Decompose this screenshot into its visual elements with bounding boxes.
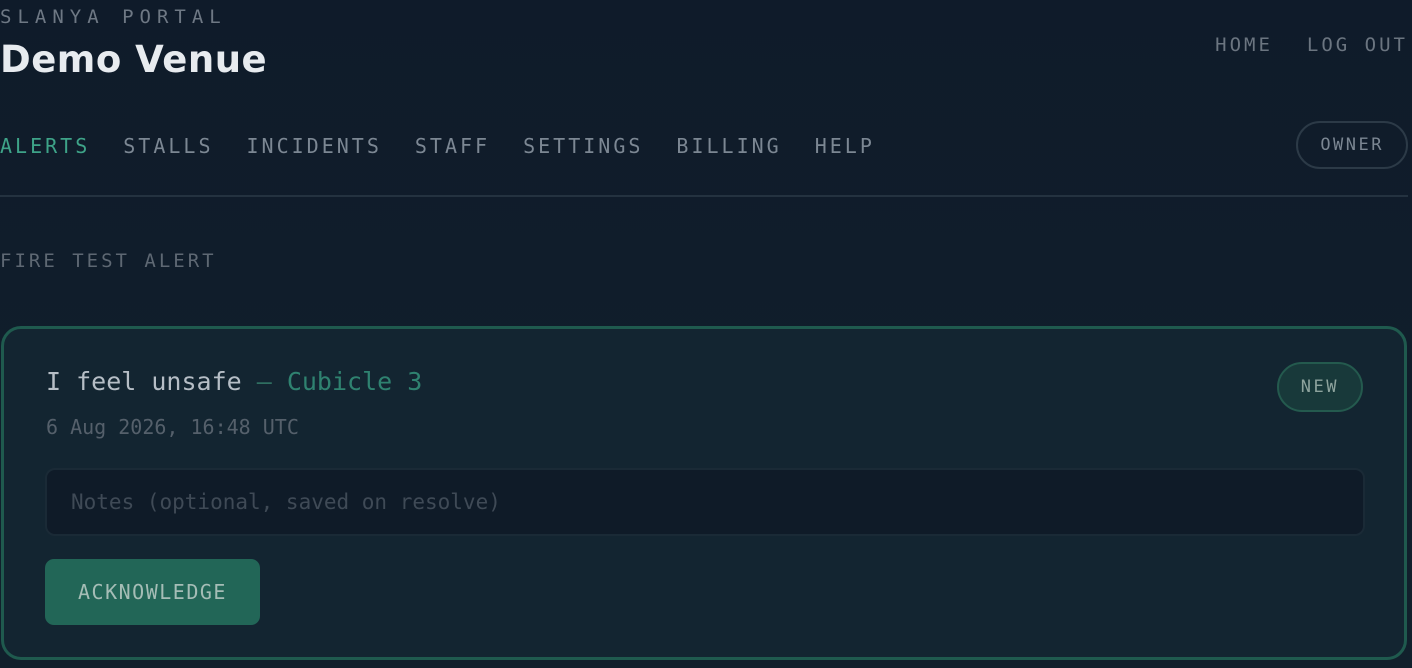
tab-settings[interactable]: SETTINGS [523,134,643,158]
notes-input[interactable] [45,468,1365,536]
venue-title: Demo Venue [0,38,268,81]
tab-billing[interactable]: BILLING [676,134,781,158]
alert-title: I feel unsafe — Cubicle 3 [46,367,422,396]
role-badge: OWNER [1296,121,1408,169]
alert-card: I feel unsafe — Cubicle 3 6 Aug 2026, 16… [1,326,1407,660]
acknowledge-button[interactable]: ACKNOWLEDGE [45,559,260,625]
portal-page: SLANYA PORTAL Demo Venue HOME LOG OUT AL… [0,0,1412,668]
tab-help[interactable]: HELP [815,134,875,158]
status-badge: NEW [1276,362,1363,412]
logout-link[interactable]: LOG OUT [1307,34,1408,56]
nav-divider [0,195,1408,197]
tab-stalls[interactable]: STALLS [123,134,213,158]
tab-staff[interactable]: STAFF [415,134,490,158]
top-links: HOME LOG OUT [1215,34,1408,56]
tab-alerts[interactable]: ALERTS [0,134,90,158]
tab-incidents[interactable]: INCIDENTS [247,134,382,158]
alert-separator: — [241,367,287,396]
alert-timestamp: 6 Aug 2026, 16:48 UTC [46,415,299,439]
fire-test-alert-button[interactable]: FIRE TEST ALERT [0,250,217,272]
alert-location: Cubicle 3 [286,367,423,396]
alert-message: I feel unsafe [46,367,242,396]
brand-label: SLANYA PORTAL [0,6,227,28]
home-link[interactable]: HOME [1215,34,1273,56]
main-nav: ALERTS STALLS INCIDENTS STAFF SETTINGS B… [0,134,875,158]
